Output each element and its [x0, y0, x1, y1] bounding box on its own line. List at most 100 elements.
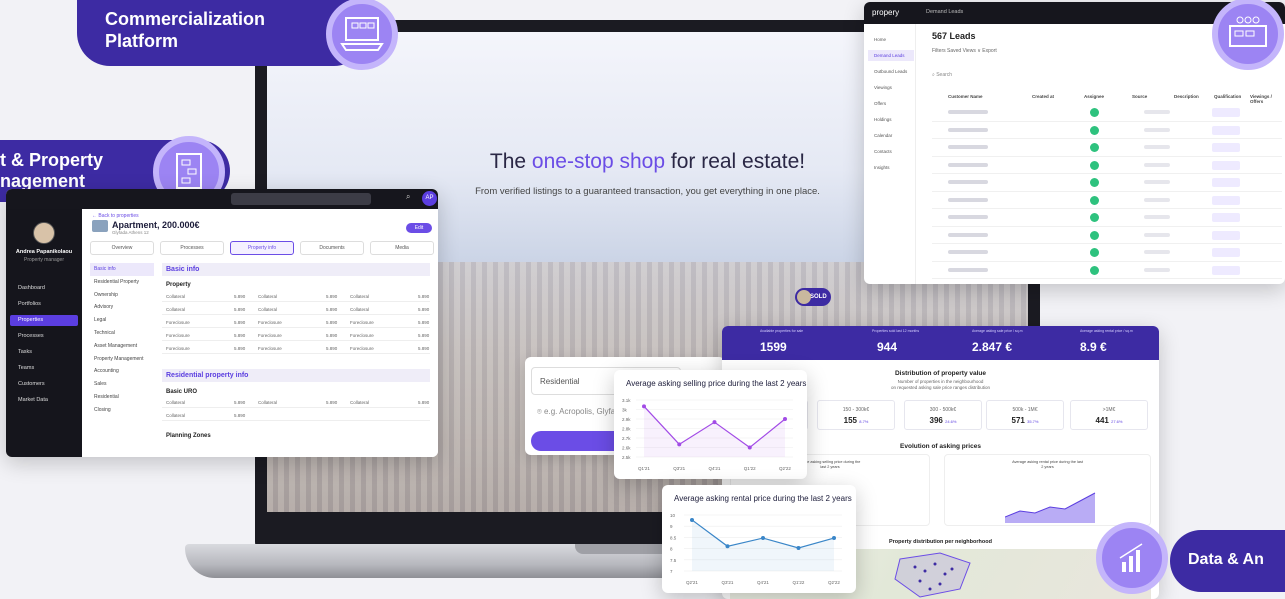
series-area — [644, 406, 785, 457]
col-assignee[interactable]: Assignee — [1084, 94, 1104, 99]
x-tick-label: Q3'21 — [722, 580, 734, 585]
lnav-demand-leads[interactable]: Demand Leads — [868, 50, 914, 61]
info-cell: Collateral — [166, 413, 186, 418]
lnav-holdings[interactable]: Holdings — [868, 114, 914, 125]
info-cell: Collateral — [258, 400, 278, 405]
data-point[interactable] — [747, 445, 752, 450]
sidebar-item-portfolios[interactable]: Portfolios — [10, 299, 78, 310]
info-cell: Collateral — [350, 307, 370, 312]
leads-toolbar[interactable]: Filters Saved Views ∨ Export — [932, 48, 997, 54]
back-to-properties-link[interactable]: ← Back to properties — [92, 213, 139, 219]
data-point[interactable] — [783, 417, 787, 421]
subnav-accounting[interactable]: Accounting — [90, 365, 154, 378]
info-row: Foreclosure 5.890 Foreclosure 5.890 Foreclos… — [162, 317, 430, 328]
edit-button[interactable]: Edit — [406, 223, 432, 233]
bucket-range: 300 - 500k€ — [929, 407, 957, 413]
bucket-count: 396 — [929, 416, 943, 425]
subnav-asset-management[interactable]: Asset Management — [90, 340, 154, 353]
data-point[interactable] — [796, 545, 801, 550]
subnav-basic-info[interactable]: Basic info — [90, 263, 154, 276]
lnav-outbound-leads[interactable]: Outbound Leads — [868, 66, 914, 77]
sidebar-item-properties[interactable]: Properties — [10, 315, 78, 326]
data-point[interactable] — [725, 544, 730, 549]
col-viewings-offers[interactable]: Viewings / Offers — [1250, 94, 1282, 104]
x-tick-label: Q3'21 — [673, 466, 685, 471]
sidebar-item-tasks[interactable]: Tasks — [10, 347, 78, 358]
lnav-contacts[interactable]: Contacts — [868, 146, 914, 157]
info-row: Collateral 5.890 Collateral 5.890 Collateral… — [162, 397, 430, 408]
table-row[interactable] — [932, 104, 1282, 122]
table-row[interactable] — [932, 262, 1282, 279]
user-avatar[interactable]: AP — [422, 191, 437, 206]
info-row: Collateral 5.890 Collateral 5.890 Collateral… — [162, 304, 430, 315]
lnav-calendar[interactable]: Calendar — [868, 130, 914, 141]
sidebar-item-teams[interactable]: Teams — [10, 363, 78, 374]
subnav-advisory[interactable]: Advisory — [90, 301, 154, 314]
assignee-avatar — [1090, 230, 1099, 240]
col-source[interactable]: Source — [1132, 94, 1147, 99]
table-row[interactable] — [932, 192, 1282, 209]
tab-media[interactable]: Media — [370, 241, 434, 255]
lnav-viewings[interactable]: Viewings — [868, 82, 914, 93]
y-tick-label: 2.8k — [622, 427, 631, 432]
data-point[interactable] — [642, 404, 646, 409]
subnav-technical[interactable]: Technical — [90, 327, 154, 340]
property-title: Apartment, 200.000€ — [112, 220, 200, 230]
lnav-insights[interactable]: Insights — [868, 162, 914, 173]
laptop-icon — [326, 0, 398, 70]
info-cell: Foreclosure — [166, 346, 190, 351]
cell-placeholder — [948, 127, 988, 132]
sidebar-item-market-data[interactable]: Market Data — [10, 395, 78, 406]
sidebar-item-customers[interactable]: Customers — [10, 379, 78, 390]
sidebar-item-dashboard[interactable]: Dashboard — [10, 283, 78, 294]
cell-placeholder — [1144, 232, 1170, 237]
rental-price-chart: Average asking rental price during the l… — [662, 485, 856, 593]
info-cell: 5.890 — [418, 346, 430, 351]
cell-placeholder — [1144, 250, 1170, 254]
cell-placeholder — [1144, 215, 1170, 219]
table-row[interactable] — [932, 122, 1282, 139]
tab-documents[interactable]: Documents — [300, 241, 364, 255]
table-row[interactable] — [932, 157, 1282, 174]
table-row[interactable] — [932, 139, 1282, 157]
bucket-pct: 8.7% — [859, 419, 869, 424]
leads-search-input[interactable]: ⌕ Search — [932, 72, 952, 78]
subnav-legal[interactable]: Legal — [90, 314, 154, 327]
tab-overview[interactable]: Overview — [90, 241, 154, 255]
bucket-range: >1M€ — [1102, 407, 1116, 413]
info-cell: 5.890 — [326, 307, 338, 312]
data-point[interactable] — [677, 442, 682, 447]
subnav-residential[interactable]: Residential — [90, 391, 154, 404]
subnav-residential-property[interactable]: Residential Property — [90, 276, 154, 289]
x-tick-label: Q2'22 — [828, 580, 840, 585]
data-point[interactable] — [690, 517, 694, 522]
col-description[interactable]: Description — [1174, 94, 1199, 99]
tab-processes[interactable]: Processes — [160, 241, 224, 255]
subnav-closing[interactable]: Closing — [90, 404, 154, 417]
table-row[interactable] — [932, 174, 1282, 192]
data-point[interactable] — [832, 536, 836, 541]
data-point[interactable] — [761, 536, 765, 541]
col-created-at[interactable]: Created at — [1032, 94, 1054, 99]
search-icon[interactable]: ⌕ — [406, 192, 410, 202]
sidebar-item-processes[interactable]: Processes — [10, 331, 78, 342]
table-row[interactable] — [932, 244, 1282, 262]
selling-chart-svg: 3.1k 3k 2.9k 2.8k 2.7k 2.6k 2.5k Q1'21 Q3'21 Q4'2… — [622, 398, 793, 471]
tab-property-info[interactable]: Property info — [230, 241, 294, 255]
data-point[interactable] — [712, 420, 717, 425]
subnav-sales[interactable]: Sales — [90, 378, 154, 391]
breadcrumb: Demand Leads — [926, 9, 964, 15]
table-row[interactable] — [932, 227, 1282, 244]
stats-bar: Available properties for sale 1599 Prope… — [722, 326, 1159, 360]
x-tick-label: Q1'22 — [793, 580, 805, 585]
col-customer-name[interactable]: Customer Name — [948, 94, 983, 99]
table-row[interactable] — [932, 209, 1282, 227]
lnav-offers[interactable]: Offers — [868, 98, 914, 109]
team-board-icon — [1212, 0, 1284, 70]
lnav-home[interactable]: Home — [868, 34, 914, 45]
assignee-avatar — [1090, 195, 1099, 205]
subnav-property-management[interactable]: Property Management — [90, 353, 154, 366]
col-qualification[interactable]: Qualification — [1214, 94, 1241, 99]
cell-placeholder — [1212, 125, 1240, 135]
subnav-ownership[interactable]: Ownership — [90, 289, 154, 302]
